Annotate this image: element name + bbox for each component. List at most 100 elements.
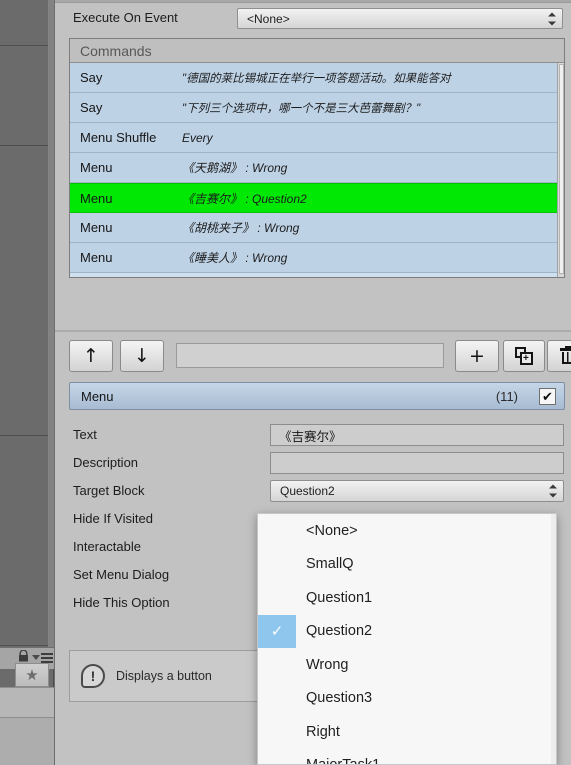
rail-edge-divider <box>48 0 54 647</box>
hamburger-menu-icon[interactable] <box>41 653 53 663</box>
dropdown-option-label: Right <box>306 723 340 740</box>
command-editor-title: Menu <box>81 388 114 404</box>
left-sidebar-rail: ★ <box>0 0 54 765</box>
property-row-text: Text 《吉赛尔》 <box>69 422 565 450</box>
dropdown-option-label: Question1 <box>306 589 373 606</box>
info-bubble-icon: ! <box>81 664 105 688</box>
target-block-dropdown-menu[interactable]: ✓ <None> ✓ SmallQ ✓ Question1 ✓ Question… <box>257 513 557 765</box>
panel-top-divider <box>55 0 571 3</box>
command-row[interactable]: Menu 《胡桃夹子》 : Wrong <box>70 213 564 243</box>
dropdown-option-label: SmallQ <box>306 556 354 573</box>
command-row[interactable]: Menu 《天鹅湖》 : Wrong <box>70 153 564 183</box>
property-label: Set Menu Dialog <box>73 567 170 582</box>
plus-icon: + <box>469 344 485 367</box>
dropdown-option-smallq[interactable]: ✓ SmallQ <box>258 547 556 582</box>
command-type: Menu <box>80 190 113 206</box>
command-type: Menu Shuffle <box>80 130 157 145</box>
delete-command-button[interactable] <box>547 340 571 372</box>
trash-icon <box>560 346 571 365</box>
star-icon: ★ <box>25 666 39 684</box>
check-slot: ✓ <box>258 548 296 582</box>
check-icon: ✓ <box>270 622 284 640</box>
dropdown-option-label: Question3 <box>306 690 373 707</box>
dropdown-option-question2[interactable]: ✓ Question2 <box>258 614 556 648</box>
command-row[interactable]: Menu 《睡美人》 : Wrong <box>70 243 564 273</box>
check-slot: ✓ <box>258 514 296 548</box>
dropdown-option-label: Question2 <box>306 623 373 640</box>
command-row-selected[interactable]: Menu 《吉赛尔》 : Question2 <box>70 183 564 213</box>
commands-list[interactable]: Commands Say "德国的莱比锡城正在举行一项答题活动。如果能答对 Sa… <box>69 38 565 278</box>
execute-on-event-dropdown[interactable]: <None> <box>237 8 563 29</box>
rail-panel-section <box>0 0 48 46</box>
check-slot: ✓ <box>258 682 296 716</box>
dropdown-option-none[interactable]: ✓ <None> <box>258 514 556 548</box>
property-label: Interactable <box>73 539 141 554</box>
command-type: Menu <box>80 160 113 175</box>
check-slot: ✓ <box>258 648 296 682</box>
command-type: Say <box>80 70 103 85</box>
command-summary: 《吉赛尔》 : Question2 <box>182 191 307 206</box>
scrollbar-thumb[interactable] <box>559 64 564 274</box>
check-slot: ✓ <box>258 581 296 615</box>
target-block-dropdown[interactable]: Question2 <box>270 480 564 502</box>
chevron-down-icon[interactable] <box>32 655 40 660</box>
property-label: Text <box>73 427 97 442</box>
commands-list-scrollbar[interactable] <box>557 63 564 277</box>
duplicate-icon: + <box>515 347 533 365</box>
dropdown-option-label: Wrong <box>306 656 349 673</box>
execute-on-event-row: Execute On Event <None> <box>55 6 571 32</box>
dropdown-option-label: MajorTask1 <box>296 757 380 764</box>
command-row[interactable]: Say "下列三个选项中，哪一个不是三大芭蕾舞剧？" <box>70 93 564 123</box>
dropdown-option-majortask1[interactable]: ✓ MajorTask1 <box>258 748 556 765</box>
property-label: Hide This Option <box>73 595 170 610</box>
command-index-badge: (11) <box>495 388 518 404</box>
target-block-value: Question2 <box>280 484 335 498</box>
command-summary: 《胡桃夹子》 : Wrong <box>182 221 300 235</box>
text-value: 《吉赛尔》 <box>279 429 342 444</box>
duplicate-command-button[interactable]: + <box>503 340 545 372</box>
dropdown-option-question1[interactable]: ✓ Question1 <box>258 581 556 615</box>
command-summary: "下列三个选项中，哪一个不是三大芭蕾舞剧？" <box>182 102 421 115</box>
command-type: Menu <box>80 220 113 235</box>
command-row[interactable]: Say "德国的莱比锡城正在举行一项答题活动。如果能答对 <box>70 63 564 93</box>
command-editor-titlebar[interactable]: Menu (11) ✔ <box>69 382 565 410</box>
lock-icon[interactable] <box>18 650 29 662</box>
property-row-target-block: Target Block Question2 <box>69 478 565 506</box>
command-summary: 《睡美人》 : Wrong <box>182 251 288 265</box>
move-command-down-button[interactable]: ↓ <box>120 340 164 372</box>
check-slot: ✓ <box>258 749 296 765</box>
command-summary: "德国的莱比锡城正在举行一项答题活动。如果能答对 <box>182 72 451 85</box>
property-label: Target Block <box>73 483 145 498</box>
rail-panel-section <box>0 436 48 646</box>
command-search-field[interactable] <box>176 343 444 368</box>
property-label: Hide If Visited <box>73 511 153 526</box>
favorite-star-button[interactable]: ★ <box>15 663 49 687</box>
commands-header-label: Commands <box>80 42 152 59</box>
dropdown-scrollbar[interactable] <box>551 514 556 764</box>
rail-panel-section <box>0 146 48 436</box>
move-command-up-button[interactable]: ↑ <box>69 340 113 372</box>
commands-list-header: Commands <box>70 39 564 63</box>
add-command-button[interactable]: + <box>455 340 499 372</box>
updown-arrows-icon <box>548 12 556 25</box>
property-row-description: Description <box>69 450 565 478</box>
check-slot: ✓ <box>258 614 296 648</box>
dropdown-option-wrong[interactable]: ✓ Wrong <box>258 648 556 682</box>
command-type: Say <box>80 100 103 115</box>
rail-panel-section <box>0 46 48 146</box>
help-text: Displays a button <box>116 669 212 683</box>
execute-on-event-value: <None> <box>247 11 290 26</box>
search-input[interactable] <box>177 344 443 367</box>
check-slot: ✓ <box>258 715 296 749</box>
dropdown-option-question3[interactable]: ✓ Question3 <box>258 681 556 716</box>
commands-toolbar: ↑ ↓ + + <box>55 338 571 376</box>
execute-on-event-label: Execute On Event <box>73 10 178 25</box>
text-input[interactable]: 《吉赛尔》 <box>270 424 564 446</box>
rail-footer-panel-lower <box>0 717 54 765</box>
command-summary: 《天鹅湖》 : Wrong <box>182 161 288 175</box>
description-input[interactable] <box>270 452 564 474</box>
command-row[interactable]: Menu Shuffle Every <box>70 123 564 153</box>
dropdown-option-right[interactable]: ✓ Right <box>258 715 556 749</box>
command-enabled-checkbox[interactable]: ✔ <box>539 387 556 405</box>
arrow-down-icon: ↓ <box>134 344 150 367</box>
